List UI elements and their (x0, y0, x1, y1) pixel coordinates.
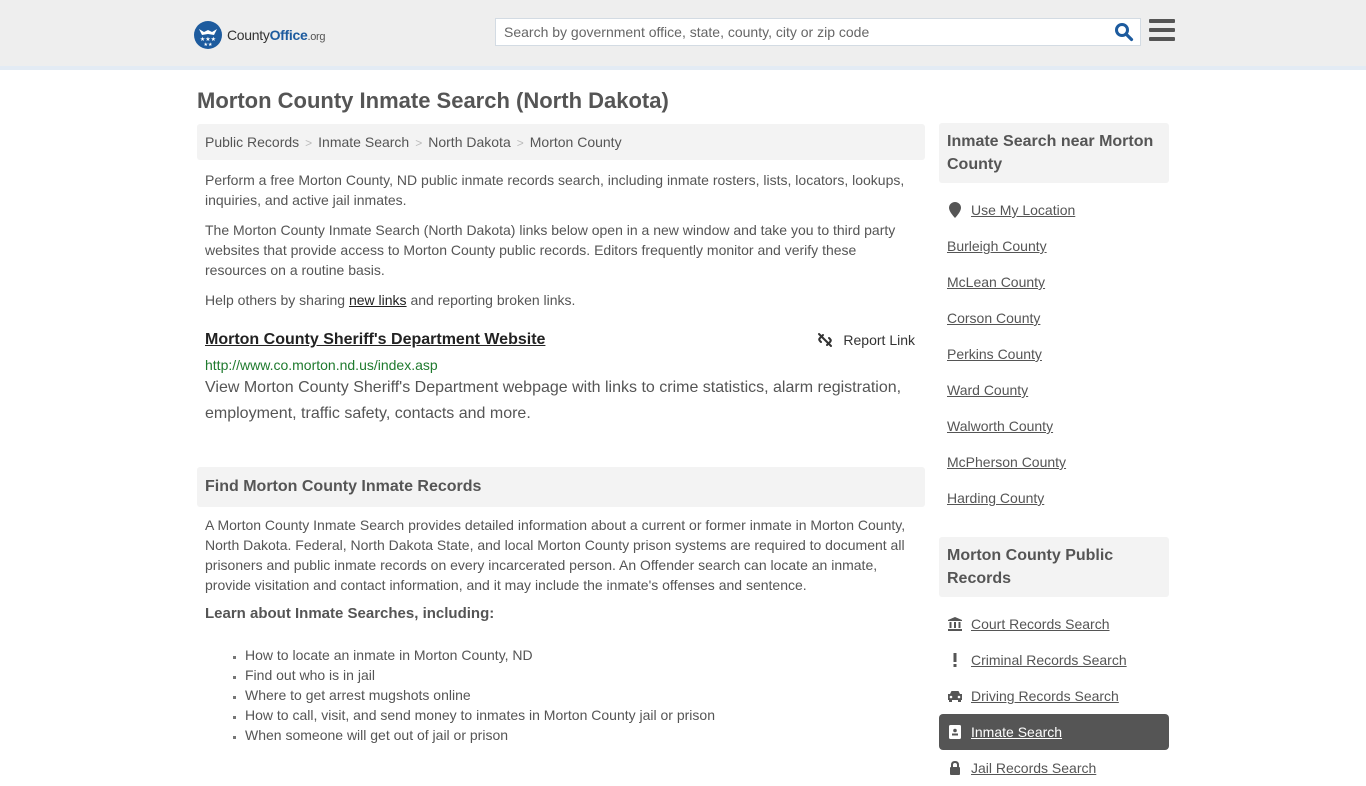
sidebar-item-criminal-records[interactable]: Criminal Records Search (939, 642, 1169, 678)
nearby-heading: Inmate Search near Morton County (939, 123, 1169, 183)
breadcrumb-separator: > (305, 136, 313, 150)
learn-list: How to locate an inmate in Morton County… (245, 645, 715, 745)
exclamation-icon (947, 653, 963, 667)
find-records-body: A Morton County Inmate Search provides d… (197, 515, 925, 622)
breadcrumb-north-dakota[interactable]: North Dakota (428, 134, 510, 150)
nearby-sidebar: Inmate Search near Morton County Use My … (939, 123, 1169, 516)
sidebar-item-driving-records[interactable]: Driving Records Search (939, 678, 1169, 714)
breadcrumb-separator: > (415, 136, 423, 150)
find-records-paragraph: A Morton County Inmate Search provides d… (205, 517, 906, 593)
sidebar-item-perkins-county[interactable]: Perkins County (939, 336, 1169, 372)
id-badge-icon (947, 725, 963, 739)
sidebar-item-walworth-county[interactable]: Walworth County (939, 408, 1169, 444)
report-link-button[interactable]: Report Link (817, 332, 915, 348)
courthouse-icon (947, 617, 963, 631)
resource-link-card: Morton County Sheriff's Department Websi… (197, 328, 925, 427)
resource-link-url: http://www.co.morton.nd.us/index.asp (205, 357, 438, 373)
list-item: Where to get arrest mugshots online (245, 685, 715, 705)
learn-heading: Learn about Inmate Searches, including: (205, 605, 495, 622)
use-my-location[interactable]: Use My Location (939, 192, 1169, 228)
breadcrumb-morton-county[interactable]: Morton County (530, 134, 622, 150)
search-input[interactable] (496, 19, 1106, 45)
logo-wordmark: CountyOffice.org (227, 27, 326, 43)
public-records-sidebar: Morton County Public Records Court Recor… (939, 537, 1169, 786)
lock-icon (947, 761, 963, 775)
search-icon[interactable] (1114, 22, 1134, 42)
sidebar-item-burleigh-county[interactable]: Burleigh County (939, 228, 1169, 264)
hamburger-menu-icon[interactable] (1149, 19, 1175, 43)
svg-text:★★: ★★ (204, 42, 213, 48)
public-records-heading: Morton County Public Records (939, 537, 1169, 597)
site-search (495, 18, 1141, 46)
find-records-heading: Find Morton County Inmate Records (197, 467, 925, 507)
site-logo[interactable]: ★★★ ★★ CountyOffice.org (194, 21, 326, 49)
breadcrumb-separator: > (516, 136, 524, 150)
eagle-logo-icon: ★★★ ★★ (194, 21, 222, 49)
sidebar-item-harding-county[interactable]: Harding County (939, 480, 1169, 516)
sidebar-item-court-records[interactable]: Court Records Search (939, 606, 1169, 642)
broken-link-icon (818, 333, 833, 347)
intro-section: Perform a free Morton County, ND public … (197, 170, 925, 320)
resource-link-description: View Morton County Sheriff's Department … (205, 379, 902, 422)
sidebar-item-corson-county[interactable]: Corson County (939, 300, 1169, 336)
use-my-location-link[interactable]: Use My Location (971, 202, 1075, 218)
list-item: How to locate an inmate in Morton County… (245, 645, 715, 665)
intro-paragraph: Perform a free Morton County, ND public … (205, 172, 905, 208)
sidebar-item-mcpherson-county[interactable]: McPherson County (939, 444, 1169, 480)
new-links-link[interactable]: new links (349, 292, 407, 308)
sidebar-item-jail-records[interactable]: Jail Records Search (939, 750, 1169, 786)
header-shadow (0, 66, 1366, 70)
disclaimer-paragraph: The Morton County Inmate Search (North D… (205, 222, 896, 278)
resource-link-title[interactable]: Morton County Sheriff's Department Websi… (205, 331, 545, 349)
list-item: When someone will get out of jail or pri… (245, 725, 715, 745)
sidebar-item-mclean-county[interactable]: McLean County (939, 264, 1169, 300)
sidebar-item-ward-county[interactable]: Ward County (939, 372, 1169, 408)
help-paragraph: Help others by sharing new links and rep… (205, 292, 576, 308)
map-pin-icon (947, 202, 963, 218)
list-item: How to call, visit, and send money to in… (245, 705, 715, 725)
page-title: Morton County Inmate Search (North Dakot… (197, 88, 669, 113)
car-icon (947, 690, 963, 702)
list-item: Find out who is in jail (245, 665, 715, 685)
breadcrumb-public-records[interactable]: Public Records (205, 134, 299, 150)
breadcrumb-inmate-search[interactable]: Inmate Search (318, 134, 409, 150)
sidebar-item-inmate-search[interactable]: Inmate Search (939, 714, 1169, 750)
breadcrumb: Public Records > Inmate Search > North Dakot… (197, 124, 925, 160)
